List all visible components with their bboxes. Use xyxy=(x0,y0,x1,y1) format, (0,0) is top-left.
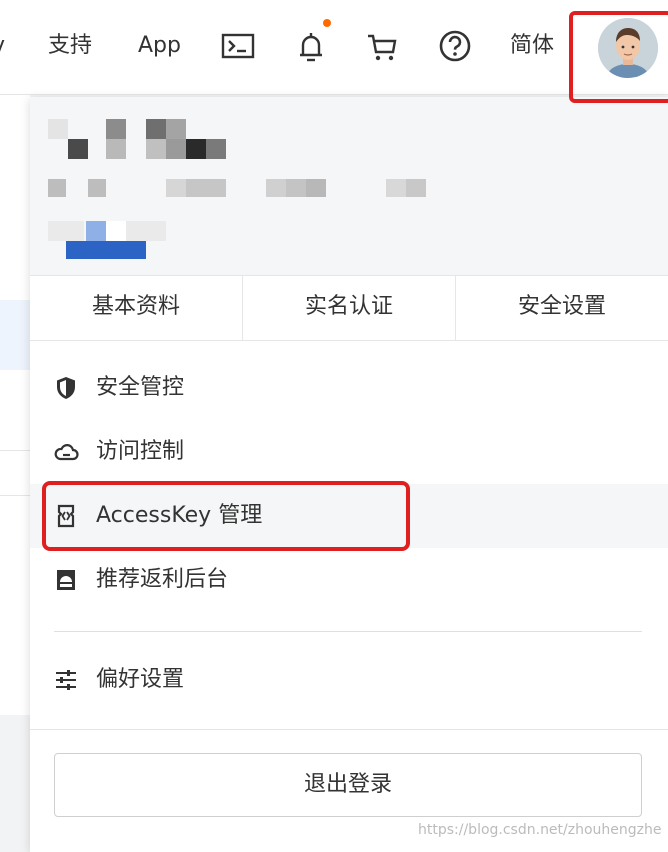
menu-item-preferences[interactable]: 偏好设置 xyxy=(30,648,668,712)
tab-basic-profile[interactable]: 基本资料 xyxy=(30,276,243,340)
sliders-icon xyxy=(52,666,80,694)
rebate-icon xyxy=(52,566,80,594)
help-icon[interactable] xyxy=(437,28,473,64)
nav-item-app[interactable]: App xyxy=(138,30,181,62)
menu-divider xyxy=(54,631,642,632)
logout-button[interactable]: 退出登录 xyxy=(54,753,642,817)
menu-label: 安全管控 xyxy=(96,375,185,400)
menu-label: 偏好设置 xyxy=(96,667,185,692)
menu-item-access-control[interactable]: 访问控制 xyxy=(30,420,668,484)
cloud-icon xyxy=(52,438,80,466)
profile-header-redacted xyxy=(30,97,668,275)
menu-label: 访问控制 xyxy=(96,439,185,464)
nav-item-support[interactable]: 支持 xyxy=(48,30,92,62)
nav-item-language[interactable]: 简体 xyxy=(510,30,554,62)
menu-item-rebate[interactable]: 推荐返利后台 xyxy=(30,548,668,612)
menu-item-security-control[interactable]: 安全管控 xyxy=(30,356,668,420)
top-nav: v 支持 App 简体 xyxy=(0,0,668,95)
bell-icon[interactable] xyxy=(293,28,329,64)
account-tabs: 基本资料 实名认证 安全设置 xyxy=(30,275,668,341)
nav-item-partial[interactable]: v xyxy=(0,30,5,62)
menu-label: 推荐返利后台 xyxy=(96,567,229,592)
annotation-highlight-accesskey xyxy=(42,481,410,551)
annotation-highlight-avatar xyxy=(569,11,668,103)
watermark: https://blog.csdn.net/zhouhengzhe xyxy=(418,822,662,838)
notification-dot xyxy=(323,19,331,27)
tab-real-name[interactable]: 实名认证 xyxy=(243,276,456,340)
tab-security-settings[interactable]: 安全设置 xyxy=(456,276,668,340)
terminal-icon[interactable] xyxy=(220,28,256,64)
shield-icon xyxy=(52,374,80,402)
footer-divider xyxy=(30,729,668,730)
background-page xyxy=(0,95,30,852)
account-dropdown: 基本资料 实名认证 安全设置 安全管控 访问控制 AccessKey 管理 推荐… xyxy=(30,97,668,852)
page: v 支持 App 简体 xyxy=(0,0,668,852)
cart-icon[interactable] xyxy=(364,28,400,64)
